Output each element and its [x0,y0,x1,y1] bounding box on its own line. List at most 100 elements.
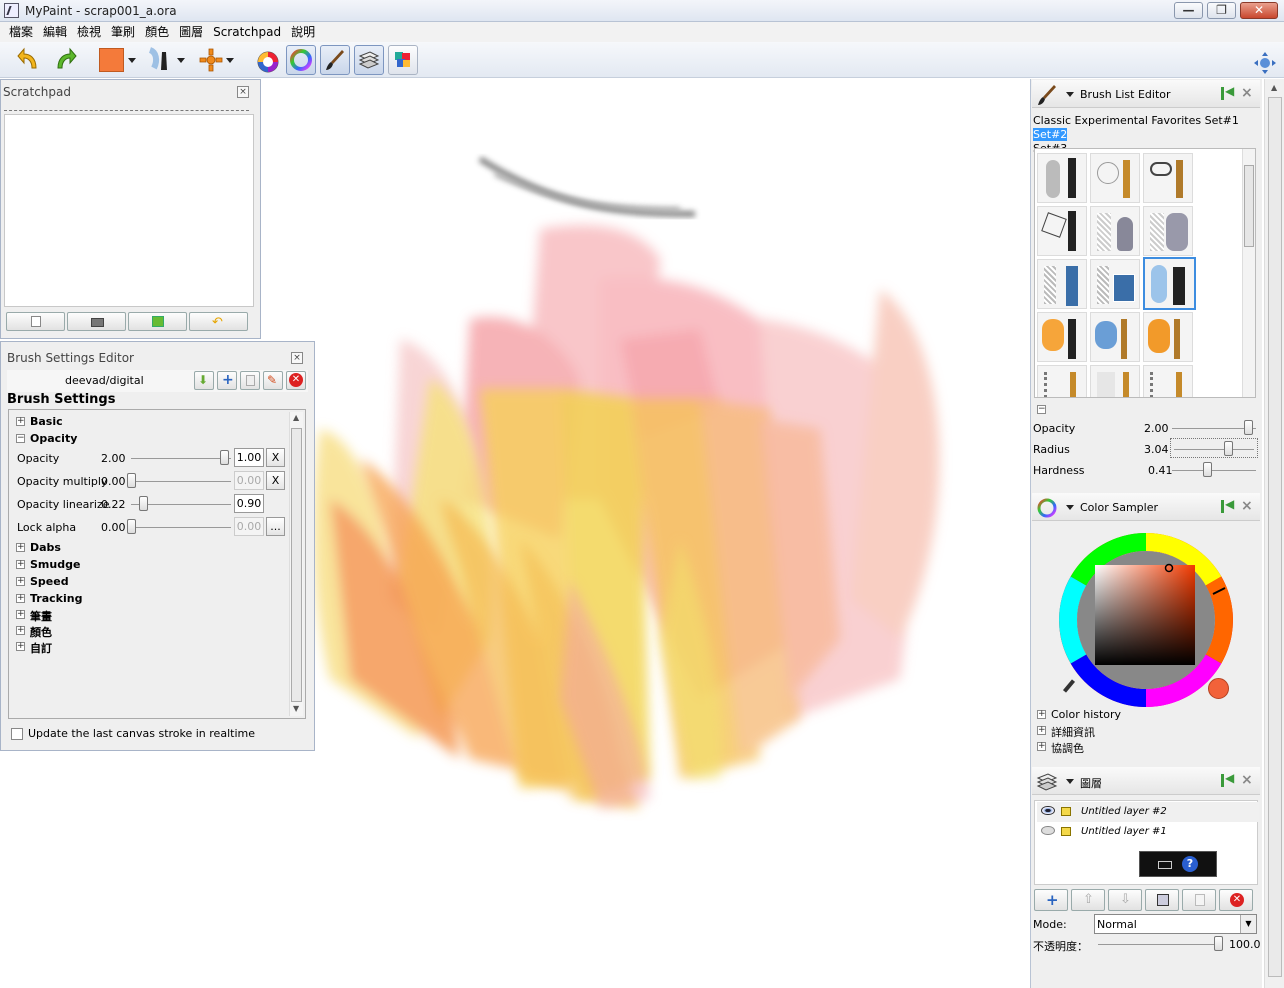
menu-scratchpad[interactable]: Scratchpad [208,22,286,42]
color-sampler-detach-icon[interactable]: ◀ [1221,497,1234,513]
scratchpad-revert-button[interactable]: ↶ [189,312,248,331]
layer-row[interactable]: Untitled layer #2 [1037,802,1259,822]
fullscreen-icon[interactable] [1253,49,1277,77]
settings-scrollbar[interactable]: ▲ ▼ [289,412,303,716]
details-label[interactable]: 詳細資訊 [1051,724,1095,740]
setting-lock-alpha-box[interactable]: 0.00 [234,517,264,536]
group-custom[interactable]: 自訂 [30,640,52,656]
menu-color[interactable]: 顏色 [140,22,174,42]
group-dabs[interactable]: Dabs [30,541,61,554]
move-layer-up-button[interactable]: ⇧ [1071,889,1105,911]
dock-scroll-thumb[interactable] [1268,97,1282,977]
hue-ring-triangle-selector[interactable] [1058,532,1234,708]
setting-opacity-multiply-box[interactable]: 0.00 [234,471,264,490]
color-sampler-menu-icon[interactable] [1066,505,1074,510]
layers-menu-icon[interactable] [1066,779,1074,784]
expand-dabs-icon[interactable]: + [16,543,25,552]
brush-list-collapse-icon[interactable]: − [1037,405,1046,414]
layers-detach-icon[interactable]: ◀ [1221,771,1234,787]
duplicate-layer-button[interactable] [1145,889,1179,911]
expand-details-icon[interactable]: + [1037,726,1046,735]
eye-icon[interactable] [1041,806,1055,815]
brush-dropdown-icon[interactable] [177,58,185,63]
brush-thumbnail[interactable] [1143,153,1193,203]
group-tab-classic[interactable]: Classic [1033,114,1071,127]
brush-thumbnail[interactable] [1037,206,1087,256]
brush-thumbnail-selected[interactable] [1143,257,1196,310]
layer-row[interactable]: Untitled layer #1 [1037,822,1259,842]
brush-delete-button[interactable]: ✕ [286,371,306,390]
scratchpad-open-button[interactable] [67,312,126,331]
setting-opacity-linearize-slider[interactable] [139,496,148,511]
menu-edit[interactable]: 編輯 [38,22,72,42]
expand-tracking-icon[interactable]: + [16,594,25,603]
add-layer-button[interactable]: + [1034,889,1068,911]
scratchpad-save-button[interactable] [128,312,187,331]
brush-list-close-icon[interactable]: × [1241,85,1253,101]
group-speed[interactable]: Speed [30,575,69,588]
setting-lock-alpha-more-button[interactable]: ... [266,517,285,536]
color-circle-icon[interactable] [256,48,280,76]
setting-opacity-box[interactable]: 1.00 [234,448,264,467]
menu-file[interactable]: 檔案 [4,22,38,42]
palette-toggle[interactable] [388,45,418,75]
brush-save-button[interactable]: ⬇ [194,371,214,390]
lock-icon[interactable] [1061,827,1071,836]
brush-thumbnail[interactable] [1143,365,1193,397]
brush-radius-slider[interactable] [1224,441,1233,456]
scroll-up-icon[interactable]: ▲ [293,413,299,422]
layer-opacity-slider[interactable] [1214,936,1223,951]
group-color[interactable]: 顏色 [30,624,52,640]
setting-opacity-reset-button[interactable]: X [266,448,285,467]
move-layer-down-button[interactable]: ⇩ [1108,889,1142,911]
scratchpad-new-button[interactable] [6,312,65,331]
expand-color-icon[interactable]: + [16,626,25,635]
brush-list-menu-icon[interactable] [1066,92,1074,97]
group-smudge[interactable]: Smudge [30,558,80,571]
scratchpad-close-icon[interactable]: × [237,86,249,98]
group-tab-experimental[interactable]: Experimental [1075,114,1148,127]
menu-help[interactable]: 說明 [286,22,320,42]
brush-hardness-slider[interactable] [1203,462,1212,477]
brush-grid-scroll-thumb[interactable] [1244,165,1254,247]
setting-opacity-multiply-slider[interactable] [127,473,136,488]
brush-list-editor-toggle[interactable] [320,45,350,75]
lock-icon[interactable] [1061,807,1071,816]
color-history-label[interactable]: Color history [1051,708,1121,721]
redo-icon[interactable] [52,46,78,74]
brush-thumbnail[interactable] [1037,153,1087,203]
scratchpad-canvas[interactable] [4,114,254,307]
menu-view[interactable]: 檢視 [72,22,106,42]
brush-thumbnail[interactable] [1090,153,1140,203]
dock-scroll-up-icon[interactable]: ▲ [1271,83,1277,92]
brush-thumbnail[interactable] [1090,312,1140,362]
color-sampler-toggle[interactable] [286,45,316,75]
setting-opacity-multiply-reset-button[interactable]: X [266,471,285,490]
brush-thumbnail[interactable] [1090,206,1140,256]
scroll-down-icon[interactable]: ▼ [293,704,299,713]
modes-dropdown-icon[interactable] [226,58,234,63]
setting-lock-alpha-slider[interactable] [127,519,136,534]
brush-thumbnail[interactable] [1090,365,1140,397]
expand-stroke-icon[interactable]: + [16,610,25,619]
settings-scroll-thumb[interactable] [291,428,302,702]
expand-basic-icon[interactable]: + [16,417,25,426]
delete-layer-button[interactable]: ✕ [1219,889,1253,911]
right-dock-scrollbar[interactable]: ▲ [1264,79,1284,988]
color-swatch[interactable] [99,48,124,72]
close-button[interactable]: ✕ [1240,2,1278,19]
brush-thumbnail[interactable] [1143,206,1193,256]
brush-selector-icon[interactable] [146,46,176,74]
color-dropdown-icon[interactable] [128,58,136,63]
menu-brush[interactable]: 筆刷 [106,22,140,42]
group-stroke[interactable]: 筆畫 [30,608,52,624]
menu-layer[interactable]: 圖層 [174,22,208,42]
minimize-button[interactable]: — [1174,2,1203,19]
merge-layer-button[interactable] [1182,889,1216,911]
brush-opacity-slider[interactable] [1244,420,1253,435]
group-tracking[interactable]: Tracking [30,592,82,605]
layers-close-icon[interactable]: × [1241,772,1253,788]
modes-icon[interactable] [198,46,224,74]
realtime-checkbox[interactable] [11,728,23,740]
expand-color-history-icon[interactable]: + [1037,710,1046,719]
